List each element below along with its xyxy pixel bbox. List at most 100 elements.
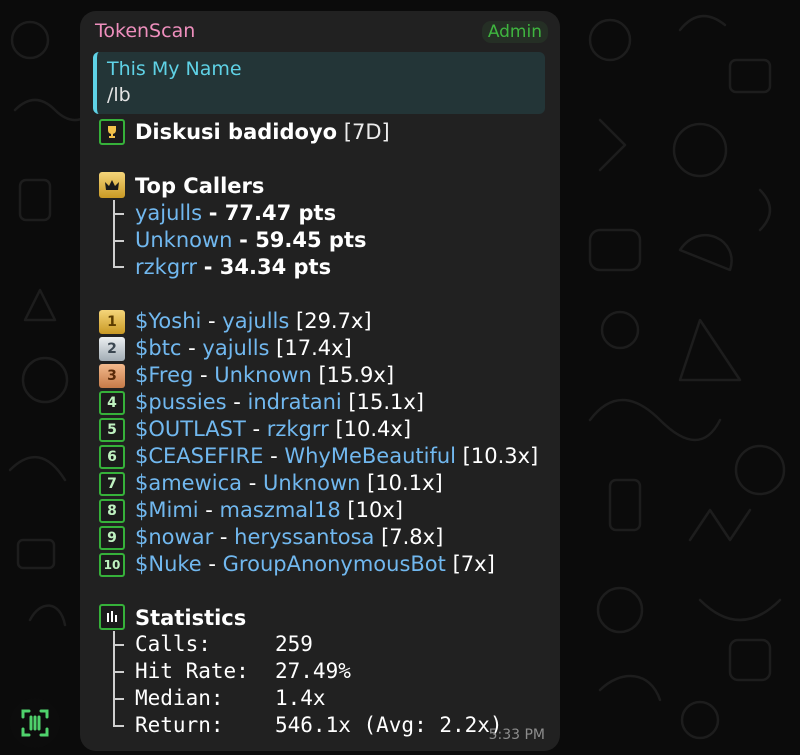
rank-badge: 4 (99, 391, 125, 415)
leaderboard-row: $Mimi - maszmal18 [10x] (135, 497, 403, 524)
separator: - (201, 552, 223, 576)
rank-badge: 2 (99, 337, 125, 361)
tree-branch (113, 644, 124, 646)
token-link[interactable]: $Mimi (135, 498, 199, 522)
caller-link[interactable]: Unknown (263, 471, 360, 495)
bot-avatar[interactable] (10, 698, 60, 748)
tree-branch (113, 240, 124, 242)
separator: - (263, 444, 285, 468)
token-link[interactable]: $OUTLAST (135, 417, 246, 441)
caller-link[interactable]: heryssantosa (234, 525, 374, 549)
scan-icon (21, 709, 49, 737)
caller-link[interactable]: maszmal18 (220, 498, 341, 522)
trophy-icon (99, 119, 125, 145)
rank-badge: 7 (99, 472, 125, 496)
multiplier: [10x] (340, 498, 403, 522)
sender-name[interactable]: TokenScan (95, 20, 195, 42)
rank-badge: 6 (99, 445, 125, 469)
separator: - (193, 363, 215, 387)
rank-badge: 5 (99, 418, 125, 442)
crown-icon (99, 172, 125, 198)
separator: - (242, 471, 263, 495)
separator: - (245, 417, 267, 441)
reply-preview[interactable]: This My Name /lb (93, 52, 545, 114)
tree-line (113, 200, 126, 266)
multiplier: [10.3x] (455, 444, 539, 468)
separator: - (181, 336, 203, 360)
statistics-heading: Statistics (135, 606, 247, 630)
token-link[interactable]: $btc (135, 336, 181, 360)
stat-row: Median: 1.4x (135, 685, 326, 712)
stat-value: 259 (275, 632, 313, 656)
leaderboard-row: $btc - yajulls [17.4x] (135, 335, 352, 362)
stat-value: 1.4x (275, 686, 326, 710)
period-tag: [7D] (343, 120, 390, 144)
leaderboard-row: $amewica - Unknown [10.1x] (135, 470, 443, 497)
caller-link[interactable]: WhyMeBeautiful (284, 444, 456, 468)
caller-score: - 34.34 pts (203, 255, 332, 279)
separator: - (226, 390, 248, 414)
separator: - (198, 498, 220, 522)
multiplier: [17.4x] (269, 336, 352, 360)
multiplier: [15.1x] (341, 390, 424, 414)
stat-label: Return: (135, 713, 224, 737)
tree-branch (113, 671, 124, 673)
message-bubble: TokenScan Admin This My Name /lb Diskusi… (80, 11, 560, 751)
multiplier: [29.7x] (289, 309, 372, 333)
leaderboard-row: $Nuke - GroupAnonymousBot [7x] (135, 551, 495, 578)
token-link[interactable]: $Nuke (135, 552, 202, 576)
token-link[interactable]: $CEASEFIRE (135, 444, 263, 468)
leaderboard-row: $Freg - Unknown [15.9x] (135, 362, 394, 389)
caller-link[interactable]: yajulls (135, 201, 202, 225)
caller-link[interactable]: GroupAnonymousBot (223, 552, 446, 576)
caller-link[interactable]: Unknown (214, 363, 311, 387)
caller-link[interactable]: Unknown (135, 228, 232, 252)
admin-badge: Admin (481, 21, 548, 43)
token-link[interactable]: $Yoshi (135, 309, 201, 333)
stat-row: Hit Rate: 27.49% (135, 658, 351, 685)
stat-label: Calls: (135, 632, 211, 656)
leaderboard-row: $pussies - indratani [15.1x] (135, 389, 424, 416)
tree-branch (113, 698, 124, 700)
leaderboard-row: $nowar - heryssantosa [7.8x] (135, 524, 443, 551)
rank-badge: 10 (99, 553, 125, 577)
leaderboard-title: Diskusi badidoyo [7D] (135, 119, 390, 146)
stat-value: 546.1x (Avg: 2.2x) (275, 713, 503, 737)
tree-branch (113, 725, 124, 727)
token-link[interactable]: $Freg (135, 363, 193, 387)
caller-row: yajulls - 77.47 pts (135, 200, 336, 227)
rank-badge: 1 (99, 310, 125, 334)
multiplier: [10.1x] (360, 471, 443, 495)
multiplier: [10.4x] (328, 417, 412, 441)
stat-label: Median: (135, 686, 224, 710)
caller-score: - 77.47 pts (208, 201, 337, 225)
token-link[interactable]: $nowar (135, 525, 213, 549)
tree-branch (113, 266, 124, 268)
caller-link[interactable]: indratani (248, 390, 342, 414)
tree-branch (113, 213, 124, 215)
multiplier: [7.8x] (374, 525, 444, 549)
rank-badge: 9 (99, 526, 125, 550)
rank-badge: 8 (99, 499, 125, 523)
multiplier: [7x] (445, 552, 495, 576)
caller-link[interactable]: rzkgrr (135, 255, 197, 279)
token-link[interactable]: $amewica (135, 471, 242, 495)
group-name: Diskusi badidoyo (135, 120, 338, 144)
bar-chart-icon (99, 604, 125, 630)
rank-badge: 3 (99, 364, 125, 388)
caller-row: rzkgrr - 34.34 pts (135, 254, 331, 281)
caller-row: Unknown - 59.45 pts (135, 227, 367, 254)
message-time: 5:33 PM (488, 727, 545, 743)
stat-label: Hit Rate: (135, 659, 249, 683)
caller-link[interactable]: yajulls (222, 309, 289, 333)
top-callers-heading: Top Callers (135, 174, 265, 198)
leaderboard-row: $CEASEFIRE - WhyMeBeautiful [10.3x] (135, 443, 538, 470)
stat-row: Return: 546.1x (Avg: 2.2x) (135, 712, 503, 739)
caller-link[interactable]: yajulls (202, 336, 269, 360)
multiplier: [15.9x] (311, 363, 395, 387)
caller-link[interactable]: rzkgrr (267, 417, 329, 441)
caller-score: - 59.45 pts (239, 228, 367, 252)
reply-author: This My Name (107, 58, 242, 80)
token-link[interactable]: $pussies (135, 390, 227, 414)
stat-value: 27.49% (275, 659, 351, 683)
